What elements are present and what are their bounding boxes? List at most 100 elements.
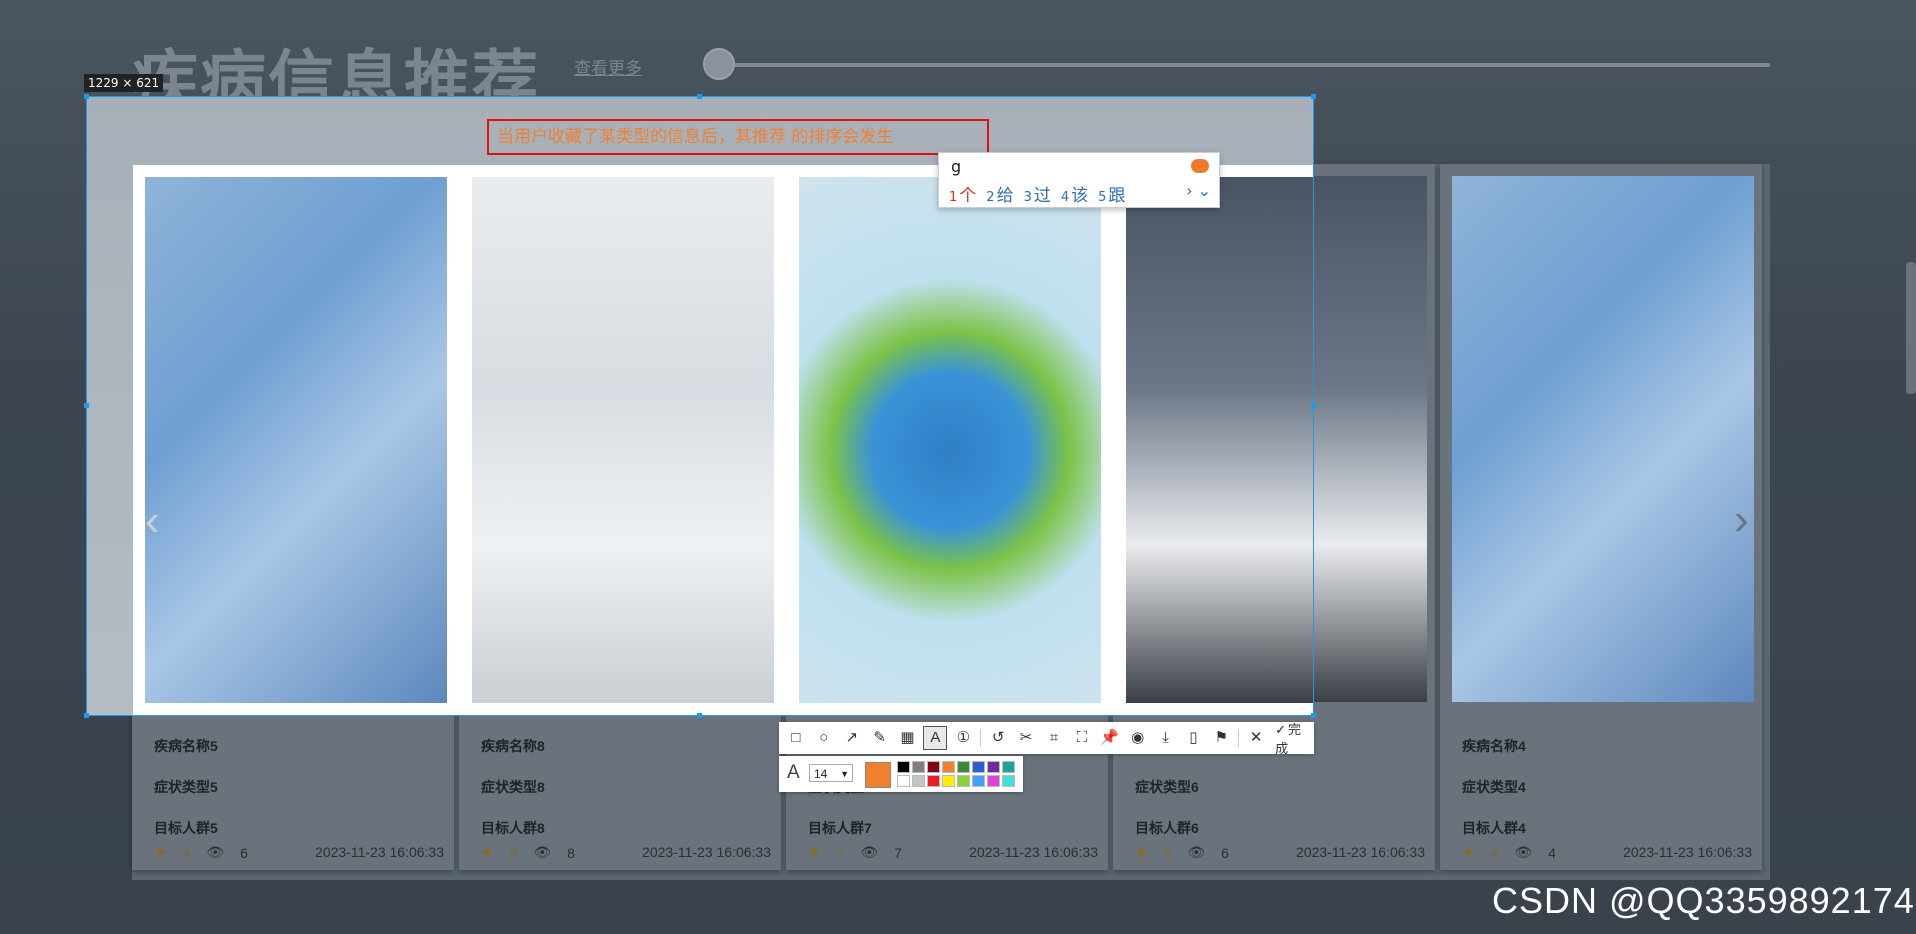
- rectangle-tool-icon[interactable]: □: [785, 727, 807, 749]
- resize-handle-tm[interactable]: [697, 94, 702, 99]
- color-swatch[interactable]: [972, 761, 985, 773]
- ime-page-nav[interactable]: › ⌄: [1186, 181, 1211, 200]
- color-swatch[interactable]: [897, 761, 910, 773]
- disease-photo[interactable]: [145, 177, 447, 703]
- ime-candidate-text: 跟: [1108, 186, 1126, 206]
- ime-candidate[interactable]: 3过: [1024, 181, 1051, 206]
- carousel-prev-arrow[interactable]: ‹: [145, 496, 160, 546]
- ime-candidate-text: 个: [959, 186, 977, 206]
- color-swatch[interactable]: [957, 761, 970, 773]
- view-more-link[interactable]: 查看更多: [574, 54, 642, 79]
- phone-icon[interactable]: ▯: [1182, 727, 1204, 749]
- ime-candidate[interactable]: 4该: [1061, 181, 1088, 206]
- ellipse-tool-icon[interactable]: ○: [813, 727, 835, 749]
- card-date: 2023-11-23 16:06:33: [642, 844, 771, 860]
- symptom-type: 症状类型6: [1135, 779, 1199, 795]
- mosaic-tool-icon[interactable]: ▦: [897, 727, 919, 749]
- color-swatch[interactable]: [942, 775, 955, 787]
- ime-logo-icon: [1191, 159, 1209, 173]
- ime-candidate-window[interactable]: g 1个 2给 3过 4该 5跟 › ⌄: [938, 152, 1220, 208]
- undo-icon[interactable]: ↺: [987, 727, 1009, 749]
- watermark: CSDN @QQ3359892174: [1492, 880, 1915, 921]
- color-swatch[interactable]: [1002, 775, 1015, 787]
- pin-icon[interactable]: 📌: [1099, 727, 1121, 749]
- color-swatch[interactable]: [987, 775, 1000, 787]
- ime-candidate-number: 5: [1098, 190, 1107, 205]
- color-swatch[interactable]: [1002, 761, 1015, 773]
- resize-handle-tr[interactable]: [1311, 94, 1316, 99]
- view-count: 6: [1221, 844, 1229, 861]
- rating-value: 7: [836, 844, 845, 861]
- scroll-capture-icon[interactable]: ⛶: [1071, 727, 1093, 749]
- text-annotation[interactable]: 当用户收藏了某类型的信息后，其推荐 的排序会发生: [487, 119, 989, 155]
- resize-handle-bl[interactable]: [84, 713, 89, 718]
- view-count: 4: [1548, 844, 1556, 861]
- target-group: 目标人群6: [1135, 820, 1199, 836]
- resize-handle-ml[interactable]: [84, 403, 89, 408]
- color-swatch[interactable]: [957, 775, 970, 787]
- ime-candidate[interactable]: 5跟: [1098, 181, 1125, 206]
- current-color-swatch[interactable]: [865, 762, 891, 788]
- disease-photo[interactable]: [472, 177, 774, 703]
- disease-photo[interactable]: [1452, 176, 1754, 702]
- resize-handle-bm[interactable]: [697, 713, 702, 718]
- check-icon: ✓: [1275, 722, 1287, 737]
- slider-knob[interactable]: [703, 48, 735, 80]
- resize-handle-br[interactable]: [1311, 713, 1316, 718]
- close-icon[interactable]: ✕: [1245, 727, 1267, 749]
- dropdown-arrow-icon: ▼: [840, 769, 849, 779]
- star-icon: ★: [154, 844, 167, 860]
- resize-handle-tl[interactable]: [84, 94, 89, 99]
- carousel-next-arrow[interactable]: ›: [1734, 495, 1749, 545]
- symptom-type: 症状类型5: [154, 779, 218, 795]
- view-count: 7: [894, 844, 902, 861]
- card-date: 2023-11-23 16:06:33: [1296, 844, 1425, 860]
- color-swatch[interactable]: [912, 761, 925, 773]
- disease-card[interactable]: 疾病名称8 症状类型8 目标人群8 ★8 👁8 2023-11-23 16:06…: [460, 165, 782, 715]
- card-date: 2023-11-23 16:06:33: [969, 844, 1098, 860]
- ime-composition: g: [951, 157, 962, 176]
- disease-photo[interactable]: [799, 177, 1101, 703]
- record-icon[interactable]: ◉: [1127, 727, 1149, 749]
- color-swatch[interactable]: [927, 761, 940, 773]
- number-tool-icon[interactable]: ①: [952, 727, 974, 749]
- save-icon[interactable]: ⤓: [1155, 727, 1177, 749]
- font-icon: A: [787, 762, 800, 783]
- target-group: 目标人群5: [154, 820, 218, 836]
- ocr-tool-icon[interactable]: ⌗: [1043, 727, 1065, 749]
- disease-card[interactable]: 疾病名称6 症状类型6 目标人群6 ★6 👁6 2023-11-23 16:06…: [1114, 165, 1313, 715]
- disease-name: 疾病名称8: [481, 738, 545, 754]
- text-tool-icon[interactable]: A: [923, 726, 948, 750]
- color-swatch[interactable]: [927, 775, 940, 787]
- color-swatch[interactable]: [987, 761, 1000, 773]
- disease-card[interactable]: 疾病名称4 症状类型4 目标人群4 ★ 4 👁 4 2023-11-23 16:06…: [1440, 164, 1762, 870]
- bookmark-icon[interactable]: ⚑: [1210, 727, 1232, 749]
- ime-candidate[interactable]: 2给: [986, 181, 1013, 206]
- view-count: 8: [567, 844, 575, 861]
- font-size-select[interactable]: 14 ▼: [809, 764, 853, 782]
- arrow-tool-icon[interactable]: ↗: [841, 727, 863, 749]
- done-button[interactable]: ✓ 完成: [1275, 719, 1314, 757]
- color-swatch[interactable]: [942, 761, 955, 773]
- rating-value: 4: [1490, 844, 1499, 861]
- scrollbar[interactable]: [1906, 262, 1916, 394]
- resize-handle-mr[interactable]: [1311, 403, 1316, 408]
- color-swatch[interactable]: [897, 775, 910, 787]
- pen-tool-icon[interactable]: ✎: [869, 727, 891, 749]
- cut-tool-icon[interactable]: ✂: [1015, 727, 1037, 749]
- eye-icon: 👁: [1187, 844, 1206, 860]
- disease-card[interactable]: 疾病名称5 症状类型5 目标人群5 ★4 👁6 2023-11-23 16:06…: [133, 165, 455, 715]
- card-date: 2023-11-23 16:06:33: [315, 844, 444, 860]
- ime-candidate[interactable]: 1个: [949, 181, 976, 206]
- disease-card[interactable]: 疾病名称7 症状类型7 目标人群7 ★7 👁7 2023-11-23 16:06…: [787, 165, 1109, 715]
- card-date: 2023-11-23 16:06:33: [1623, 844, 1752, 860]
- color-swatch[interactable]: [972, 775, 985, 787]
- disease-photo[interactable]: [1126, 177, 1313, 703]
- color-swatch[interactable]: [912, 775, 925, 787]
- eye-icon: 👁: [860, 844, 879, 860]
- star-icon: ★: [481, 844, 494, 860]
- ime-candidate-text: 给: [996, 186, 1014, 206]
- slider-track[interactable]: [708, 63, 1770, 67]
- target-group: 目标人群4: [1462, 820, 1526, 836]
- disease-name: 疾病名称4: [1462, 738, 1526, 754]
